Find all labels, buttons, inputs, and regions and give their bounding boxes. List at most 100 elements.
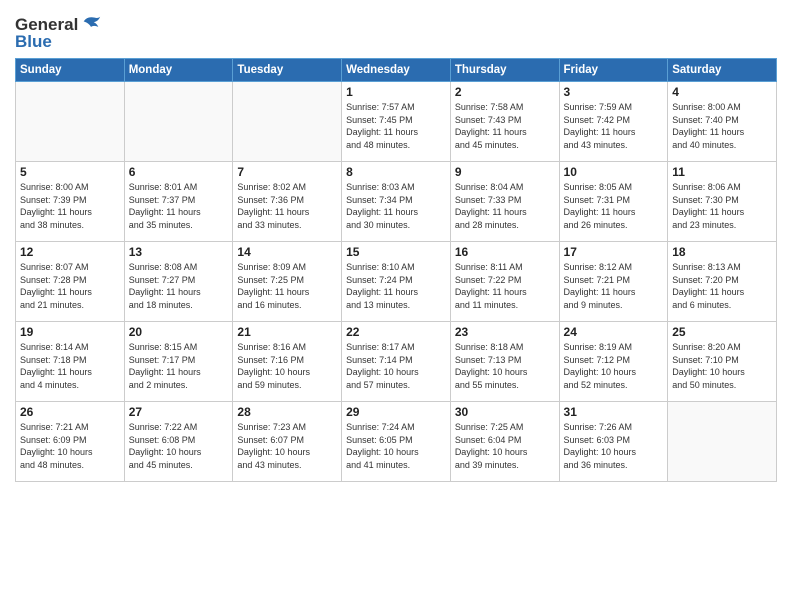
- weekday-header-sunday: Sunday: [16, 59, 125, 82]
- calendar-cell: 3 Sunrise: 7:59 AM Sunset: 7:42 PM Daylig…: [559, 82, 668, 162]
- day-info: Sunrise: 8:00 AM Sunset: 7:39 PM Dayligh…: [20, 181, 120, 231]
- calendar-cell: 16 Sunrise: 8:11 AM Sunset: 7:22 PM Dayli…: [450, 242, 559, 322]
- week-row-3: 12Sunrise: 8:07 AM Sunset: 7:28 PM Dayli…: [16, 242, 777, 322]
- calendar-cell: 30 Sunrise: 7:25 AM Sunset: 6:04 PM Dayli…: [450, 402, 559, 482]
- day-info: Sunrise: 8:13 AM Sunset: 7:20 PM Dayligh…: [672, 261, 772, 311]
- calendar-container: General Blue SundayMondayTuesdayWednesda…: [0, 0, 792, 612]
- calendar-cell: 15 Sunrise: 8:10 AM Sunset: 7:24 PM Dayli…: [342, 242, 451, 322]
- calendar-cell: 6Sunrise: 8:01 AM Sunset: 7:37 PM Daylig…: [124, 162, 233, 242]
- calendar-cell: 24Sunrise: 8:19 AM Sunset: 7:12 PM Dayli…: [559, 322, 668, 402]
- day-info: Sunrise: 8:16 AM Sunset: 7:16 PM Dayligh…: [237, 341, 337, 391]
- calendar-cell: [668, 402, 777, 482]
- calendar-cell: 22 Sunrise: 8:17 AM Sunset: 7:14 PM Dayli…: [342, 322, 451, 402]
- day-info: Sunrise: 8:03 AM Sunset: 7:34 PM Dayligh…: [346, 181, 446, 231]
- day-number: 31: [564, 405, 664, 419]
- calendar-cell: 23 Sunrise: 8:18 AM Sunset: 7:13 PM Dayli…: [450, 322, 559, 402]
- day-number: 23: [455, 325, 555, 339]
- day-info: Sunrise: 7:22 AM Sunset: 6:08 PM Dayligh…: [129, 421, 229, 471]
- day-number: 22: [346, 325, 446, 339]
- day-number: 3: [564, 85, 664, 99]
- day-info: Sunrise: 8:15 AM Sunset: 7:17 PM Dayligh…: [129, 341, 229, 391]
- header: General Blue: [15, 10, 777, 52]
- calendar-cell: 29Sunrise: 7:24 AM Sunset: 6:05 PM Dayli…: [342, 402, 451, 482]
- calendar-cell: 8 Sunrise: 8:03 AM Sunset: 7:34 PM Daylig…: [342, 162, 451, 242]
- day-info: Sunrise: 8:20 AM Sunset: 7:10 PM Dayligh…: [672, 341, 772, 391]
- calendar-cell: 28 Sunrise: 7:23 AM Sunset: 6:07 PM Dayli…: [233, 402, 342, 482]
- day-number: 24: [564, 325, 664, 339]
- logo: General Blue: [15, 14, 102, 52]
- day-number: 15: [346, 245, 446, 259]
- calendar-cell: [233, 82, 342, 162]
- day-number: 5: [20, 165, 120, 179]
- week-row-1: 1 Sunrise: 7:57 AM Sunset: 7:45 PM Daylig…: [16, 82, 777, 162]
- calendar-cell: 13Sunrise: 8:08 AM Sunset: 7:27 PM Dayli…: [124, 242, 233, 322]
- day-info: Sunrise: 8:11 AM Sunset: 7:22 PM Dayligh…: [455, 261, 555, 311]
- day-number: 17: [564, 245, 664, 259]
- day-number: 9: [455, 165, 555, 179]
- day-number: 12: [20, 245, 120, 259]
- day-info: Sunrise: 7:57 AM Sunset: 7:45 PM Dayligh…: [346, 101, 446, 151]
- day-info: Sunrise: 8:12 AM Sunset: 7:21 PM Dayligh…: [564, 261, 664, 311]
- calendar-cell: 1 Sunrise: 7:57 AM Sunset: 7:45 PM Daylig…: [342, 82, 451, 162]
- day-info: Sunrise: 8:04 AM Sunset: 7:33 PM Dayligh…: [455, 181, 555, 231]
- calendar-cell: 21 Sunrise: 8:16 AM Sunset: 7:16 PM Dayli…: [233, 322, 342, 402]
- calendar-cell: 27Sunrise: 7:22 AM Sunset: 6:08 PM Dayli…: [124, 402, 233, 482]
- day-number: 28: [237, 405, 337, 419]
- day-info: Sunrise: 8:10 AM Sunset: 7:24 PM Dayligh…: [346, 261, 446, 311]
- calendar-cell: 2Sunrise: 7:58 AM Sunset: 7:43 PM Daylig…: [450, 82, 559, 162]
- day-info: Sunrise: 8:01 AM Sunset: 7:37 PM Dayligh…: [129, 181, 229, 231]
- day-info: Sunrise: 8:14 AM Sunset: 7:18 PM Dayligh…: [20, 341, 120, 391]
- calendar-table: SundayMondayTuesdayWednesdayThursdayFrid…: [15, 58, 777, 482]
- day-info: Sunrise: 7:59 AM Sunset: 7:42 PM Dayligh…: [564, 101, 664, 151]
- calendar-cell: 26 Sunrise: 7:21 AM Sunset: 6:09 PM Dayli…: [16, 402, 125, 482]
- day-number: 19: [20, 325, 120, 339]
- day-info: Sunrise: 7:21 AM Sunset: 6:09 PM Dayligh…: [20, 421, 120, 471]
- week-row-2: 5 Sunrise: 8:00 AM Sunset: 7:39 PM Daylig…: [16, 162, 777, 242]
- day-number: 7: [237, 165, 337, 179]
- calendar-cell: 9 Sunrise: 8:04 AM Sunset: 7:33 PM Daylig…: [450, 162, 559, 242]
- day-info: Sunrise: 7:24 AM Sunset: 6:05 PM Dayligh…: [346, 421, 446, 471]
- calendar-cell: 7Sunrise: 8:02 AM Sunset: 7:36 PM Daylig…: [233, 162, 342, 242]
- calendar-cell: 14Sunrise: 8:09 AM Sunset: 7:25 PM Dayli…: [233, 242, 342, 322]
- day-info: Sunrise: 8:17 AM Sunset: 7:14 PM Dayligh…: [346, 341, 446, 391]
- weekday-header-thursday: Thursday: [450, 59, 559, 82]
- day-info: Sunrise: 8:06 AM Sunset: 7:30 PM Dayligh…: [672, 181, 772, 231]
- day-number: 16: [455, 245, 555, 259]
- calendar-cell: [124, 82, 233, 162]
- calendar-cell: 31Sunrise: 7:26 AM Sunset: 6:03 PM Dayli…: [559, 402, 668, 482]
- day-number: 14: [237, 245, 337, 259]
- day-number: 1: [346, 85, 446, 99]
- day-number: 26: [20, 405, 120, 419]
- calendar-cell: 17 Sunrise: 8:12 AM Sunset: 7:21 PM Dayli…: [559, 242, 668, 322]
- day-number: 30: [455, 405, 555, 419]
- day-info: Sunrise: 7:58 AM Sunset: 7:43 PM Dayligh…: [455, 101, 555, 151]
- calendar-cell: 12Sunrise: 8:07 AM Sunset: 7:28 PM Dayli…: [16, 242, 125, 322]
- day-number: 25: [672, 325, 772, 339]
- weekday-header-saturday: Saturday: [668, 59, 777, 82]
- weekday-header-row: SundayMondayTuesdayWednesdayThursdayFrid…: [16, 59, 777, 82]
- day-number: 4: [672, 85, 772, 99]
- day-number: 20: [129, 325, 229, 339]
- week-row-4: 19 Sunrise: 8:14 AM Sunset: 7:18 PM Dayli…: [16, 322, 777, 402]
- day-number: 21: [237, 325, 337, 339]
- day-info: Sunrise: 8:18 AM Sunset: 7:13 PM Dayligh…: [455, 341, 555, 391]
- weekday-header-wednesday: Wednesday: [342, 59, 451, 82]
- day-info: Sunrise: 8:00 AM Sunset: 7:40 PM Dayligh…: [672, 101, 772, 151]
- weekday-header-monday: Monday: [124, 59, 233, 82]
- day-number: 13: [129, 245, 229, 259]
- day-number: 10: [564, 165, 664, 179]
- calendar-cell: 5 Sunrise: 8:00 AM Sunset: 7:39 PM Daylig…: [16, 162, 125, 242]
- day-number: 11: [672, 165, 772, 179]
- logo-bird-icon: [80, 14, 102, 36]
- day-info: Sunrise: 7:25 AM Sunset: 6:04 PM Dayligh…: [455, 421, 555, 471]
- day-number: 8: [346, 165, 446, 179]
- day-info: Sunrise: 7:23 AM Sunset: 6:07 PM Dayligh…: [237, 421, 337, 471]
- calendar-cell: 19 Sunrise: 8:14 AM Sunset: 7:18 PM Dayli…: [16, 322, 125, 402]
- week-row-5: 26 Sunrise: 7:21 AM Sunset: 6:09 PM Dayli…: [16, 402, 777, 482]
- day-number: 18: [672, 245, 772, 259]
- calendar-cell: 25 Sunrise: 8:20 AM Sunset: 7:10 PM Dayli…: [668, 322, 777, 402]
- calendar-cell: [16, 82, 125, 162]
- calendar-cell: 10Sunrise: 8:05 AM Sunset: 7:31 PM Dayli…: [559, 162, 668, 242]
- weekday-header-tuesday: Tuesday: [233, 59, 342, 82]
- calendar-cell: 18 Sunrise: 8:13 AM Sunset: 7:20 PM Dayli…: [668, 242, 777, 322]
